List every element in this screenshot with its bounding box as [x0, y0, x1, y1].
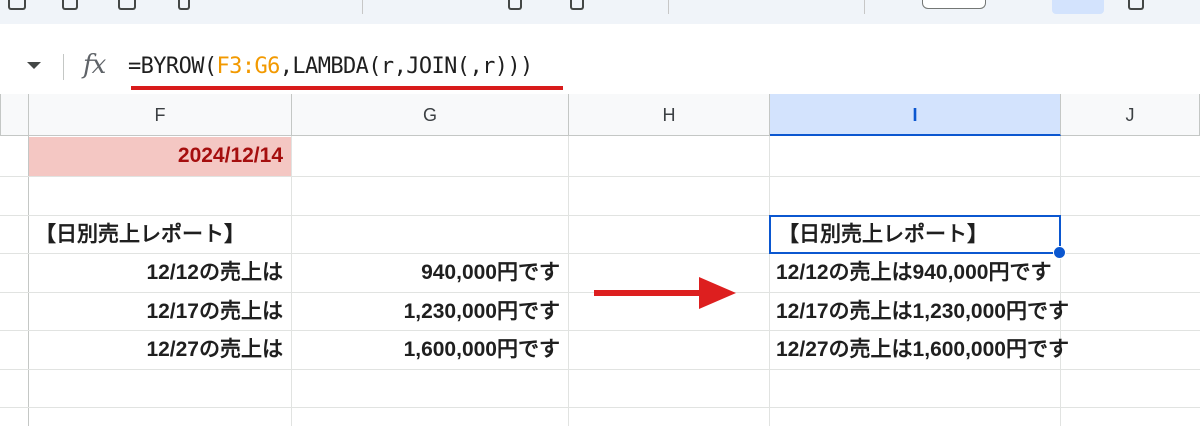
right-arrow-head — [699, 277, 736, 309]
cell-f5[interactable]: 12/17の売上は — [29, 293, 291, 331]
formula-highlight-underline — [131, 86, 563, 90]
toolbar — [0, 0, 1200, 24]
formula-range-ref: F3:G6 — [216, 54, 281, 79]
formula-suffix: ,LAMBDA(r,JOIN(,r))) — [279, 54, 534, 79]
cell-f1-date[interactable]: 2024/12/14 — [29, 137, 291, 176]
right-arrow-icon — [594, 290, 700, 296]
column-header-f[interactable]: F — [29, 94, 292, 136]
toolbar-icon[interactable] — [8, 0, 26, 10]
cell-i5[interactable]: 12/17の売上は1,230,000円です — [770, 293, 1069, 331]
formula-input[interactable]: =BYROW(F3:G6,LAMBDA(r,JOIN(,r))) — [128, 54, 533, 79]
cell-g5[interactable]: 1,230,000円です — [292, 293, 568, 331]
column-header-h[interactable]: H — [569, 94, 770, 136]
cell-f6[interactable]: 12/27の売上は — [29, 331, 291, 369]
toolbar-divider — [362, 0, 363, 14]
cell-f3[interactable]: 【日別売上レポート】 — [29, 216, 291, 254]
cell-g4[interactable]: 940,000円です — [292, 254, 568, 292]
column-header-i[interactable]: I — [770, 94, 1061, 136]
toolbar-active-button[interactable] — [1052, 0, 1104, 14]
gridline — [1060, 136, 1061, 426]
row-header-corner[interactable] — [0, 94, 29, 136]
column-header-j[interactable]: J — [1061, 94, 1200, 136]
cell-grid[interactable]: 2024/12/14 【日別売上レポート】 【日別売上レポート】 12/12の売… — [0, 136, 1200, 426]
gridline — [0, 407, 1200, 408]
toolbar-icon[interactable] — [62, 0, 78, 10]
column-header-g[interactable]: G — [292, 94, 569, 136]
redo-icon[interactable] — [570, 0, 584, 10]
cell-i6[interactable]: 12/27の売上は1,600,000円です — [770, 331, 1069, 369]
formula-prefix: =BYROW( — [128, 54, 217, 79]
gridline — [568, 136, 569, 426]
gridline — [0, 176, 1200, 177]
toolbar-dropdown[interactable] — [922, 0, 986, 9]
cell-g6[interactable]: 1,600,000円です — [292, 331, 568, 369]
toolbar-icon[interactable] — [1128, 0, 1144, 10]
toolbar-divider — [668, 0, 669, 14]
toolbar-divider — [864, 0, 865, 14]
undo-icon[interactable] — [508, 0, 522, 10]
dropdown-arrow-icon[interactable] — [27, 62, 41, 69]
active-cell-selection[interactable] — [769, 215, 1061, 254]
toolbar-icon[interactable] — [178, 0, 190, 10]
formula-bar-divider — [63, 54, 64, 80]
gridline — [0, 369, 1200, 370]
formula-bar: fx =BYROW(F3:G6,LAMBDA(r,JOIN(,r))) — [0, 24, 1200, 95]
fill-handle[interactable] — [1053, 246, 1066, 259]
fx-icon: fx — [83, 50, 106, 80]
cell-f4[interactable]: 12/12の売上は — [29, 254, 291, 292]
cell-i4[interactable]: 12/12の売上は940,000円です — [770, 254, 1060, 292]
toolbar-icon[interactable] — [118, 0, 136, 10]
